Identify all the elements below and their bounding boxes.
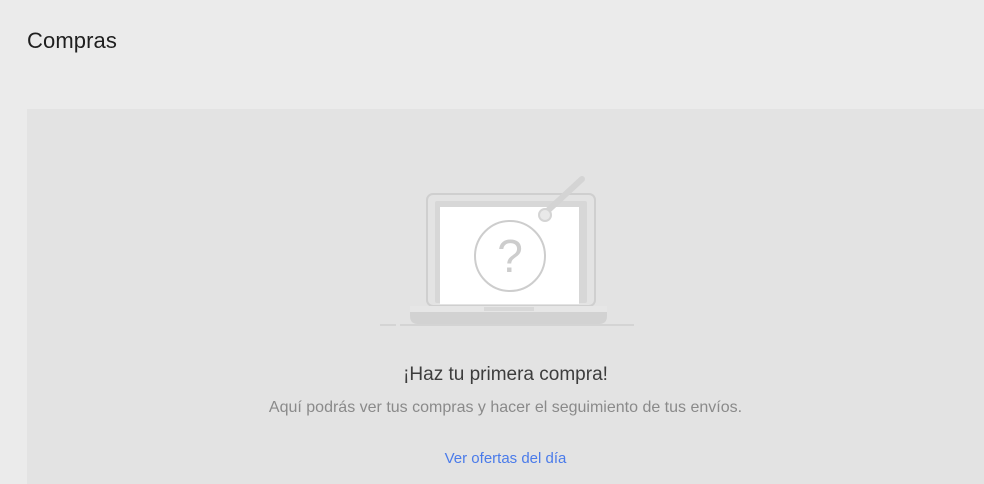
view-deals-link[interactable]: Ver ofertas del día xyxy=(27,450,984,467)
laptop-question-icon: ? xyxy=(380,176,634,326)
empty-state-subtitle: Aquí podrás ver tus compras y hacer el s… xyxy=(268,399,743,416)
empty-state-title: ¡Haz tu primera compra! xyxy=(403,364,608,385)
laptop-trackpad-notch xyxy=(484,307,534,311)
pointer-tip xyxy=(538,208,552,222)
question-mark-icon: ? xyxy=(497,230,523,282)
page-title: Compras xyxy=(27,28,117,53)
empty-state-card: ? ¡Haz tu primera compra! Aquí podrás ve… xyxy=(27,109,984,484)
view-deals-link-label[interactable]: Ver ofertas del día xyxy=(445,450,567,467)
